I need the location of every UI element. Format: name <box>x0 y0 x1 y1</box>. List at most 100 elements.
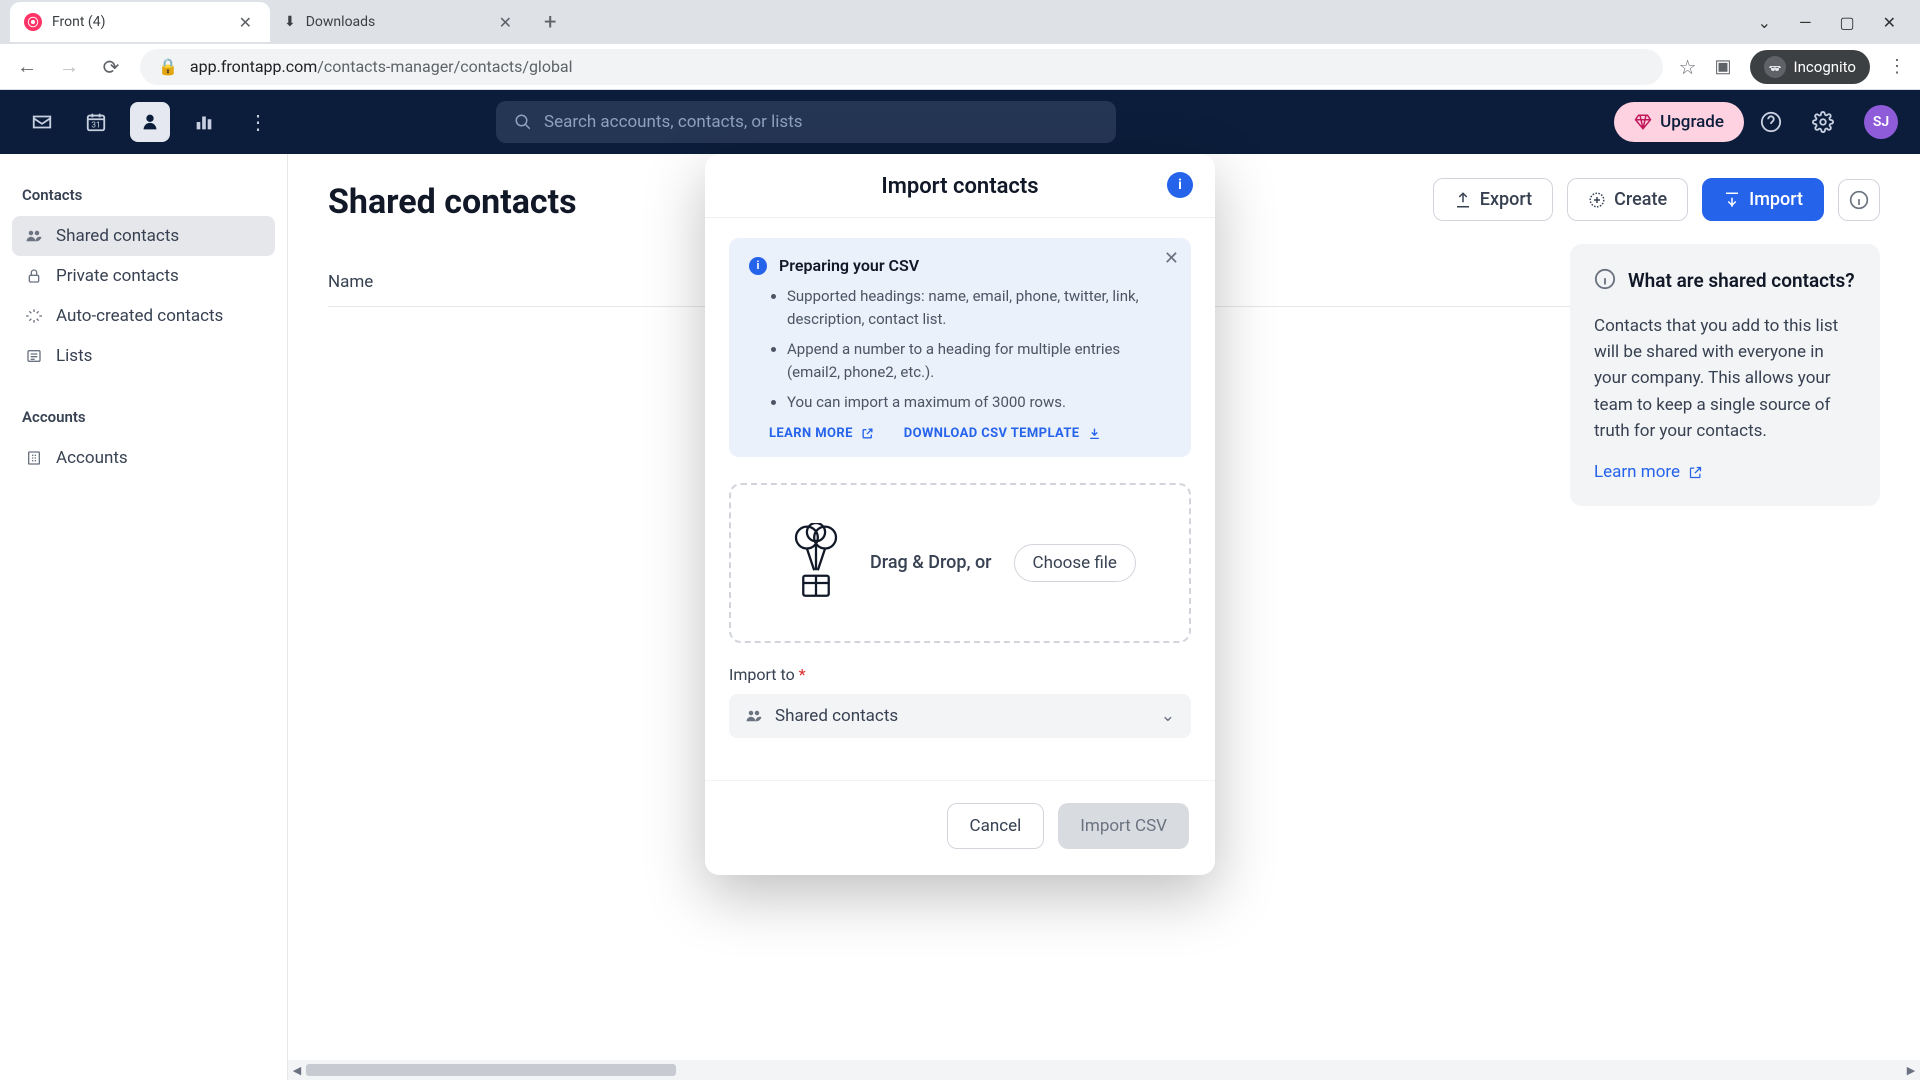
sidebar-item-accounts[interactable]: Accounts <box>12 438 275 478</box>
info-button[interactable] <box>1838 179 1880 221</box>
import-contacts-modal: Import contacts i ✕ i Preparing your CSV… <box>705 154 1215 875</box>
contacts-nav-icon[interactable] <box>130 102 170 142</box>
search-input[interactable]: Search accounts, contacts, or lists <box>496 101 1116 143</box>
info-badge-icon: i <box>749 257 767 275</box>
building-icon <box>24 450 44 466</box>
import-to-label: Import to <box>729 665 795 684</box>
tip-list: Supported headings: name, email, phone, … <box>749 285 1171 414</box>
export-label: Export <box>1480 189 1532 210</box>
analytics-nav-icon[interactable] <box>184 102 224 142</box>
learn-more-link[interactable]: Learn more <box>1594 462 1703 482</box>
import-csv-button[interactable]: Import CSV <box>1058 803 1189 849</box>
learn-more-label: LEARN MORE <box>769 426 853 441</box>
calendar-nav-icon[interactable]: 31 <box>76 102 116 142</box>
upgrade-label: Upgrade <box>1660 112 1724 132</box>
maximize-icon[interactable]: ▢ <box>1839 13 1854 32</box>
import-button[interactable]: Import <box>1702 178 1824 221</box>
cancel-button[interactable]: Cancel <box>947 803 1045 849</box>
search-placeholder: Search accounts, contacts, or lists <box>544 112 802 132</box>
upgrade-button[interactable]: Upgrade <box>1614 102 1744 142</box>
url-host: app.frontapp.com <box>190 57 317 76</box>
close-tab-icon[interactable]: ✕ <box>495 11 516 34</box>
required-asterisk: * <box>799 665 806 684</box>
drop-text: Drag & Drop, or <box>870 552 991 573</box>
download-icon <box>1088 427 1101 440</box>
balloon-box-icon <box>784 523 848 603</box>
info-panel-title: What are shared contacts? <box>1628 268 1855 295</box>
browser-tab-front[interactable]: ⦿ Front (4) ✕ <box>10 2 270 42</box>
front-favicon: ⦿ <box>24 13 42 31</box>
people-icon <box>24 227 44 245</box>
import-to-value: Shared contacts <box>775 706 898 726</box>
tab-bar: ⦿ Front (4) ✕ ⬇ Downloads ✕ + ⌄ ― ▢ ✕ <box>0 0 1920 44</box>
sidebar-item-label: Private contacts <box>56 266 179 286</box>
info-panel-body: Contacts that you add to this list will … <box>1594 313 1856 445</box>
download-template-link[interactable]: DOWNLOAD CSV TEMPLATE <box>904 426 1101 441</box>
close-tip-icon[interactable]: ✕ <box>1164 248 1179 269</box>
browser-menu-icon[interactable]: ⋮ <box>1888 56 1906 77</box>
extensions-icon[interactable]: ▣ <box>1715 56 1732 77</box>
sparkle-icon <box>24 308 44 324</box>
create-label: Create <box>1614 189 1667 210</box>
csv-tip-panel: ✕ i Preparing your CSV Supported heading… <box>729 238 1191 457</box>
import-to-select[interactable]: Shared contacts ⌄ <box>729 694 1191 738</box>
inbox-nav-icon[interactable] <box>22 102 62 142</box>
import-label: Import <box>1749 189 1803 210</box>
scroll-right-icon[interactable]: ▶ <box>1902 1064 1920 1077</box>
learn-more-link[interactable]: LEARN MORE <box>769 426 874 441</box>
back-button[interactable]: ← <box>14 54 40 79</box>
modal-header: Import contacts i <box>705 154 1215 218</box>
app-header: 31 ⋮ Search accounts, contacts, or lists… <box>0 90 1920 154</box>
import-to-field: Import to * Shared contacts ⌄ <box>729 665 1191 738</box>
sidebar: Contacts Shared contacts Private contact… <box>0 154 288 1080</box>
horizontal-scrollbar[interactable]: ◀ ▶ <box>288 1060 1920 1080</box>
plus-icon <box>1588 191 1606 209</box>
tip-item: Append a number to a heading for multipl… <box>787 338 1171 383</box>
chevron-down-icon: ⌄ <box>1161 706 1175 726</box>
scroll-left-icon[interactable]: ◀ <box>288 1064 306 1077</box>
forward-button: → <box>56 54 82 79</box>
bookmark-icon[interactable]: ☆ <box>1679 55 1697 79</box>
tip-item: Supported headings: name, email, phone, … <box>787 285 1171 330</box>
learn-more-label: Learn more <box>1594 462 1680 482</box>
close-window-icon[interactable]: ✕ <box>1883 13 1896 32</box>
search-icon <box>514 113 532 131</box>
info-panel: What are shared contacts? Contacts that … <box>1570 244 1880 506</box>
external-link-icon <box>861 427 874 440</box>
close-tab-icon[interactable]: ✕ <box>235 11 256 34</box>
external-link-icon <box>1688 465 1703 480</box>
tip-item: You can import a maximum of 3000 rows. <box>787 391 1171 414</box>
tip-heading: Preparing your CSV <box>779 256 919 275</box>
file-dropzone[interactable]: Drag & Drop, or Choose file <box>729 483 1191 643</box>
incognito-icon <box>1764 56 1786 78</box>
scroll-thumb[interactable] <box>306 1064 676 1076</box>
lock-icon: 🔒 <box>158 57 178 76</box>
diamond-icon <box>1634 113 1652 131</box>
url-field[interactable]: 🔒 app.frontapp.com/contacts-manager/cont… <box>140 49 1663 85</box>
sidebar-item-label: Lists <box>56 346 92 366</box>
lock-icon <box>24 268 44 284</box>
import-icon <box>1723 191 1741 209</box>
tab-dropdown-icon[interactable]: ⌄ <box>1758 13 1771 32</box>
sidebar-item-auto-created[interactable]: Auto-created contacts <box>12 296 275 336</box>
settings-icon[interactable] <box>1812 111 1848 133</box>
sidebar-section-accounts: Accounts <box>12 400 275 438</box>
help-icon[interactable] <box>1760 111 1796 133</box>
sidebar-item-private-contacts[interactable]: Private contacts <box>12 256 275 296</box>
incognito-badge[interactable]: Incognito <box>1750 50 1870 84</box>
sidebar-item-shared-contacts[interactable]: Shared contacts <box>12 216 275 256</box>
browser-tab-downloads[interactable]: ⬇ Downloads ✕ <box>270 2 530 42</box>
avatar[interactable]: SJ <box>1864 105 1898 139</box>
svg-text:31: 31 <box>91 121 100 131</box>
reload-button[interactable]: ⟳ <box>98 55 124 79</box>
minimize-icon[interactable]: ― <box>1799 13 1812 32</box>
info-icon <box>1594 268 1616 295</box>
sidebar-item-lists[interactable]: Lists <box>12 336 275 376</box>
new-tab-button[interactable]: + <box>530 10 570 35</box>
window-controls: ⌄ ― ▢ ✕ <box>1734 13 1920 32</box>
choose-file-button[interactable]: Choose file <box>1014 544 1136 582</box>
export-button[interactable]: Export <box>1433 178 1553 221</box>
more-nav-icon[interactable]: ⋮ <box>238 102 278 142</box>
modal-info-icon[interactable]: i <box>1167 172 1193 198</box>
create-button[interactable]: Create <box>1567 178 1688 221</box>
